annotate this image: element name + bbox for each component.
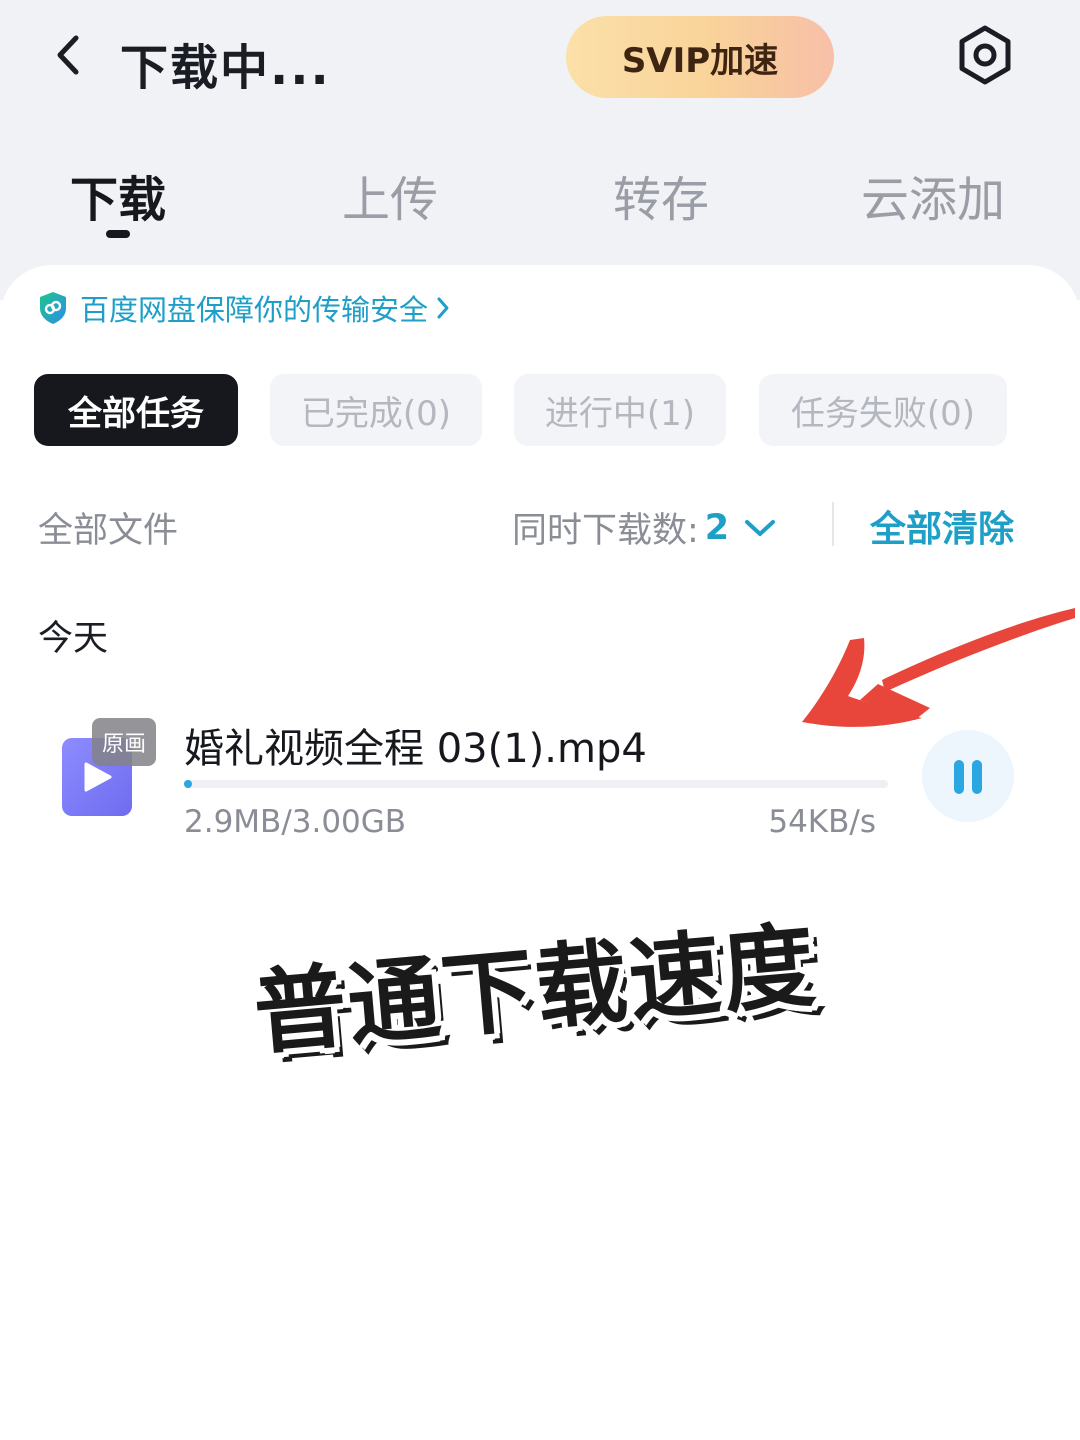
original-quality-badge: 原画 — [92, 718, 156, 766]
download-file-name[interactable]: 婚礼视频全程 03(1).mp4 — [184, 716, 647, 774]
chevron-down-icon — [745, 519, 776, 536]
download-size: 2.9MB/3.00GB — [184, 804, 407, 840]
shield-icon — [40, 292, 66, 324]
chevron-left-icon[interactable] — [48, 30, 92, 80]
svip-boost-button[interactable]: SVIP加速 — [566, 16, 834, 98]
transfer-tabs: 下载 上传 转存 云添加 — [0, 160, 1080, 230]
download-speed: 54KB/s — [768, 804, 876, 840]
tab-upload[interactable]: 上传 — [315, 160, 465, 230]
section-title-today: 今天 — [38, 619, 109, 659]
filter-all-tasks[interactable]: 全部任务 — [34, 374, 238, 446]
pause-icon-left-bar — [954, 760, 964, 794]
tab-cloud-add[interactable]: 云添加 — [858, 160, 1008, 230]
chevron-right-icon — [437, 297, 449, 319]
page-title: 下载中... — [120, 40, 331, 96]
active-tab-indicator — [106, 230, 130, 238]
download-progress-fill — [184, 780, 192, 788]
pause-icon-right-bar — [972, 760, 982, 794]
concurrent-downloads-value: 2 — [704, 507, 730, 548]
download-progress-bar — [184, 780, 888, 788]
tab-save[interactable]: 转存 — [586, 160, 736, 230]
filter-completed[interactable]: 已完成(0) — [270, 374, 482, 446]
filter-in-progress[interactable]: 进行中(1) — [514, 374, 726, 446]
play-icon — [84, 762, 112, 792]
all-files-label: 全部文件 — [38, 511, 179, 551]
security-notice[interactable]: 百度网盘保障你的传输安全 — [38, 288, 452, 328]
security-notice-text: 百度网盘保障你的传输安全 — [80, 293, 429, 327]
settings-icon[interactable] — [954, 24, 1016, 86]
filter-failed[interactable]: 任务失败(0) — [759, 374, 1007, 446]
clear-all-button[interactable]: 全部清除 — [870, 500, 1014, 552]
toolbar-divider — [832, 502, 834, 546]
concurrent-downloads-label: 同时下载数: — [512, 511, 699, 551]
annotation-arrow-icon — [802, 608, 1075, 727]
concurrent-downloads-selector[interactable]: 同时下载数: 2 — [512, 502, 777, 553]
tab-download[interactable]: 下载 — [43, 160, 193, 230]
